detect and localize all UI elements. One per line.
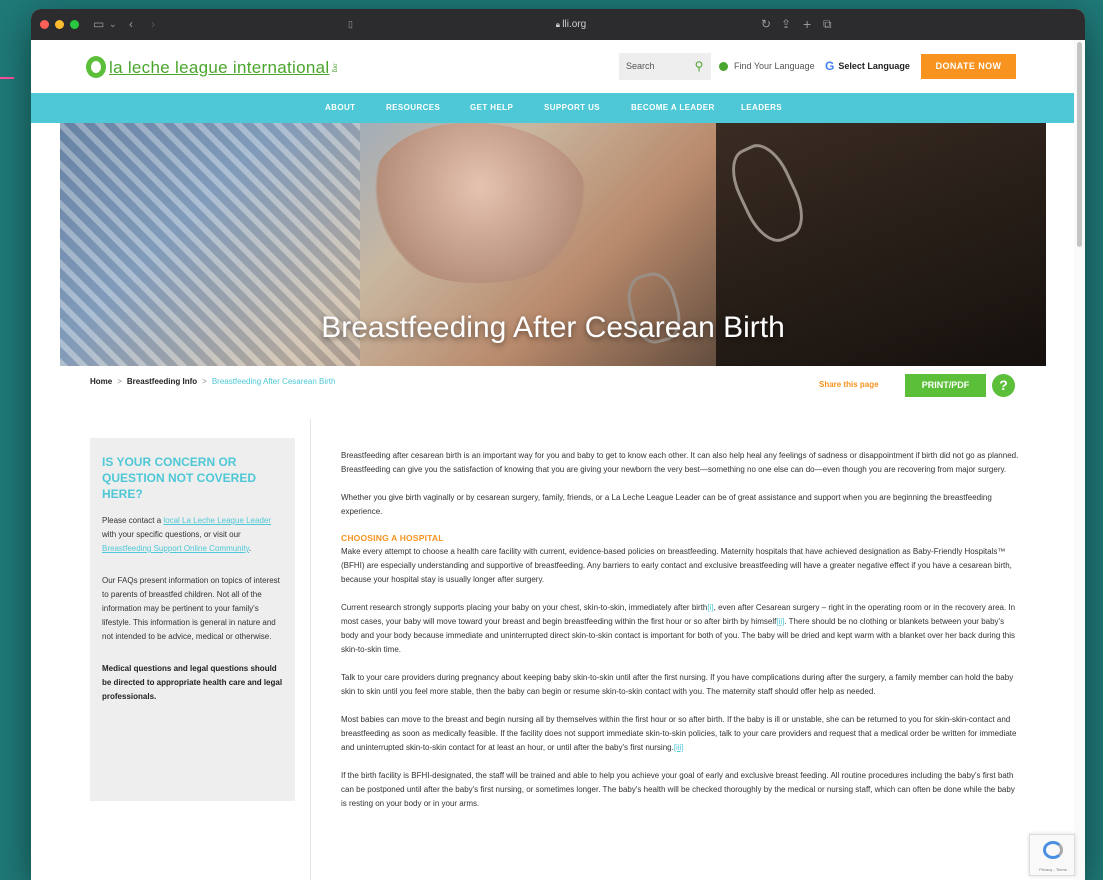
donate-button[interactable]: DONATE NOW [921, 54, 1016, 79]
article-paragraph: Talk to your care providers during pregn… [341, 673, 1014, 696]
globe-icon [719, 61, 728, 71]
breadcrumb-separator: > [117, 377, 122, 386]
logo-text: la leche league international [109, 57, 330, 77]
breadcrumb-home[interactable]: Home [90, 377, 112, 386]
article-paragraph: Whether you give birth vaginally or by c… [341, 493, 992, 516]
browser-window: ▭ ⌄ ‹ › ▯ 🔒︎ lli.org ↻ ⇪ + ⧉ la leche le… [31, 9, 1085, 880]
article-paragraph: If the birth facility is BFHI-designated… [341, 771, 1015, 808]
sidebar-text: Please contact a [102, 516, 164, 525]
sidebar-text: . [249, 544, 252, 553]
help-icon[interactable]: ? [992, 374, 1015, 397]
sidebar-faq-paragraph: Our FAQs present information on topics o… [102, 576, 280, 641]
breadcrumb: Home > Breastfeeding Info > Breastfeeding Af… [90, 377, 335, 386]
reload-icon[interactable]: ↻ [761, 16, 771, 32]
hero-image: Breastfeeding After Cesarean Birth [60, 123, 1046, 366]
sidebar-toggle-icon[interactable]: ▭ [93, 16, 104, 32]
browser-titlebar: ▭ ⌄ ‹ › ▯ 🔒︎ lli.org ↻ ⇪ + ⧉ [31, 9, 1085, 40]
search-icon[interactable]: ⚲ [687, 53, 711, 80]
select-language-label: Select Language [838, 61, 910, 71]
article-text: Current research strongly supports placi… [341, 603, 708, 612]
hero-baby [370, 123, 590, 283]
tabs-overview-icon[interactable]: ⧉ [823, 16, 832, 32]
breadcrumb-current: Breastfeeding After Cesarean Birth [211, 377, 336, 386]
article-paragraph: Current research strongly supports placi… [341, 601, 1019, 657]
nav-resources[interactable]: RESOURCES [386, 93, 440, 123]
select-language-dropdown[interactable]: G Select Language [825, 59, 910, 73]
nav-leaders[interactable]: LEADERS [741, 93, 782, 123]
logo-suffix: .org [331, 61, 338, 73]
scrollbar-thumb[interactable] [1077, 42, 1082, 247]
recaptcha-badge[interactable]: Privacy - Terms [1029, 834, 1075, 876]
breadcrumb-separator: > [202, 377, 207, 386]
breadcrumb-section[interactable]: Breastfeeding Info [127, 377, 197, 386]
nav-support-us[interactable]: SUPPORT US [544, 93, 600, 123]
share-page-link[interactable]: Share this page [819, 380, 879, 389]
sidebar-title: IS YOUR CONCERN OR QUESTION NOT COVERED … [102, 455, 257, 501]
citation-link[interactable]: [iii] [674, 743, 684, 752]
scrollbar[interactable] [1074, 40, 1085, 880]
background-accent-line [0, 77, 14, 79]
print-pdf-button[interactable]: PRINT/PDF [905, 374, 986, 397]
sidebar-contact-paragraph: Please contact a local La Leche League L… [102, 514, 283, 556]
support-community-link[interactable]: Breastfeeding Support Online Community [102, 544, 249, 553]
page-title: Breastfeeding After Cesarean Birth [321, 311, 785, 344]
local-leader-link[interactable]: local La Leche League Leader [163, 516, 271, 525]
back-icon[interactable]: ‹ [129, 16, 133, 32]
find-language-link[interactable]: Find Your Language [719, 61, 815, 71]
minimize-window-button[interactable] [55, 20, 64, 29]
recaptcha-label: Privacy - Terms [1039, 867, 1067, 872]
google-icon: G [825, 59, 835, 73]
zoom-window-button[interactable] [70, 20, 79, 29]
article-paragraph: Most babies can move to the breast and b… [341, 713, 1019, 755]
article-paragraph: Make every attempt to choose a health ca… [341, 547, 1012, 584]
address-bar[interactable]: 🔒︎ lli.org [321, 15, 821, 34]
article-paragraph: Breastfeeding after cesarean birth is an… [341, 451, 1019, 474]
sidebar-callout: IS YOUR CONCERN OR QUESTION NOT COVERED … [90, 438, 295, 801]
sidebar-disclaimer: Medical questions and legal questions sh… [102, 664, 283, 701]
sidebar-text: with your specific questions, or visit o… [102, 530, 241, 539]
article-body: Breastfeeding after cesarean birth is an… [341, 449, 1019, 811]
recaptcha-icon [1043, 841, 1063, 859]
site-header: la leche league international .org Searc… [31, 40, 1085, 93]
main-nav: ABOUT RESOURCES GET HELP SUPPORT US BECO… [31, 93, 1074, 123]
chevron-down-icon[interactable]: ⌄ [109, 16, 117, 32]
site-logo[interactable]: la leche league international .org [86, 51, 337, 83]
address-text: lli.org [562, 19, 587, 30]
close-window-button[interactable] [40, 20, 49, 29]
forward-icon[interactable]: › [151, 16, 155, 32]
logo-mark-icon [86, 56, 106, 78]
share-icon[interactable]: ⇪ [781, 16, 791, 32]
new-tab-icon[interactable]: + [803, 16, 811, 32]
nav-about[interactable]: ABOUT [325, 93, 355, 123]
section-heading: CHOOSING A HOSPITAL [341, 533, 444, 543]
nav-get-help[interactable]: GET HELP [470, 93, 513, 123]
find-language-label: Find Your Language [734, 61, 815, 71]
content-divider [310, 419, 311, 880]
nav-become-a-leader[interactable]: BECOME A LEADER [631, 93, 715, 123]
